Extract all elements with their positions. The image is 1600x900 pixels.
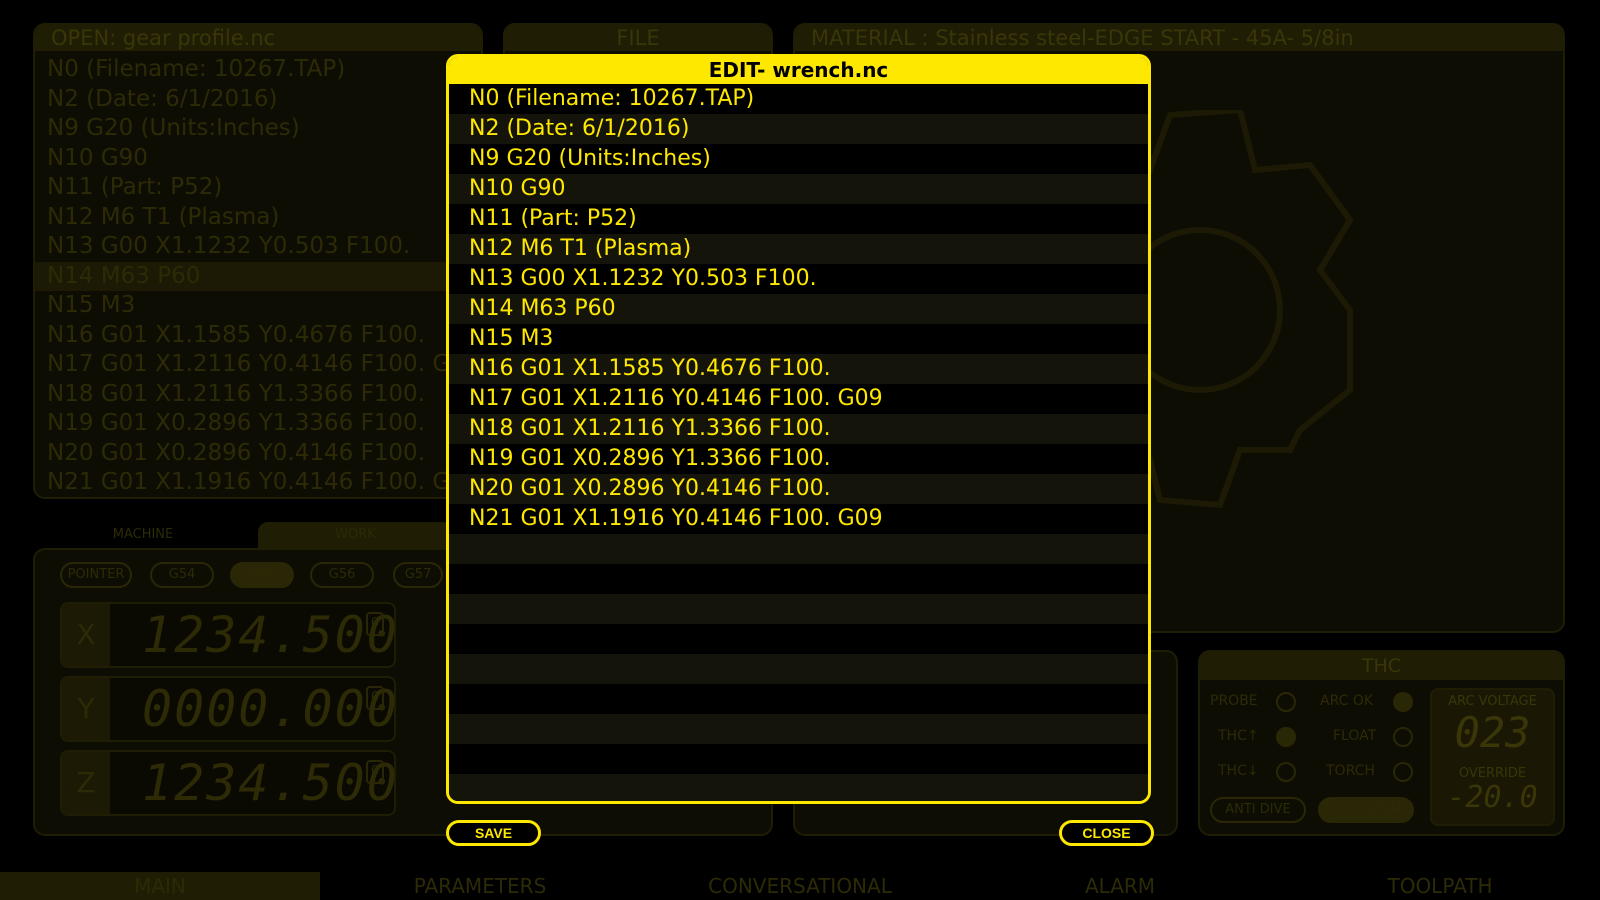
editor-line[interactable]: N20 G01 X0.2896 Y0.4146 F100. — [449, 474, 1148, 504]
thc-panel-title: THC — [1200, 652, 1563, 680]
editor-line[interactable]: N0 (Filename: 10267.TAP) — [449, 84, 1148, 114]
dro-x-axis-label: X — [62, 604, 110, 666]
gcode-viewer-panel: OPEN: gear profile.nc N0 (Filename: 1026… — [33, 23, 483, 499]
tab-work-coords[interactable]: WORK — [258, 522, 453, 548]
dro-y-value: 0000.000 — [142, 680, 399, 738]
arc-ok-led — [1393, 692, 1413, 712]
arc-voltage-box: ARC VOLTAGE 023 OVERRIDE -20.0 — [1430, 688, 1555, 826]
dro-y-axis-label: Y — [62, 678, 110, 740]
g55-chip[interactable]: G55 — [230, 562, 294, 588]
editor-line[interactable]: N15 M3 — [449, 324, 1148, 354]
gcode-line[interactable]: N9 G20 (Units:Inches) — [35, 114, 481, 144]
gcode-line[interactable]: N12 M6 T1 (Plasma) — [35, 203, 481, 233]
gcode-line[interactable]: N10 G90 — [35, 144, 481, 174]
gcode-panel-title: OPEN: gear profile.nc — [35, 25, 481, 51]
editor-empty-line[interactable] — [449, 774, 1148, 801]
editor-empty-line[interactable] — [449, 714, 1148, 744]
arc-ok-label: ARC OK — [1320, 693, 1374, 709]
dro-y: Y 0000.000 0 — [60, 676, 399, 742]
editor-line[interactable]: N12 M6 T1 (Plasma) — [449, 234, 1148, 264]
tab-alarm[interactable]: ALARM — [960, 872, 1280, 900]
thc-up-led — [1276, 727, 1296, 747]
dro-y-zero-button[interactable]: 0 — [366, 686, 384, 710]
editor-empty-line[interactable] — [449, 654, 1148, 684]
editor-empty-line[interactable] — [449, 624, 1148, 654]
dro-x-value: 1234.500 — [142, 606, 399, 664]
float-label: FLOAT — [1333, 728, 1377, 744]
dro-z-zero-button[interactable]: 0 — [366, 760, 384, 784]
dro-z-axis-label: Z — [62, 752, 110, 814]
g54-chip[interactable]: G54 — [150, 562, 214, 588]
dro-z-value: 1234.500 — [142, 754, 399, 812]
gcode-line-list: N0 (Filename: 10267.TAP) N2 (Date: 6/1/20… — [35, 55, 481, 498]
probe-label: PROBE — [1210, 693, 1258, 709]
close-button[interactable]: CLOSE — [1059, 820, 1154, 846]
thc-up-label: THC↑ — [1218, 728, 1259, 744]
gcode-line[interactable]: N18 G01 X1.2116 Y1.3366 F100. — [35, 380, 481, 410]
override-label: OVERRIDE — [1458, 766, 1527, 781]
editor-line[interactable]: N18 G01 X1.2116 Y1.3366 F100. — [449, 414, 1148, 444]
editor-line[interactable]: N21 G01 X1.1916 Y0.4146 F100. G09 — [449, 504, 1148, 534]
gcode-line[interactable]: N17 G01 X1.2116 Y0.4146 F100. G09 — [35, 350, 481, 380]
void-sense-button[interactable]: VOID SENSE — [1318, 797, 1414, 823]
gcode-line[interactable]: N2 (Date: 6/1/2016) — [35, 85, 481, 115]
editor-line[interactable]: N2 (Date: 6/1/2016) — [449, 114, 1148, 144]
editor-line[interactable]: N13 G00 X1.1232 Y0.503 F100. — [449, 264, 1148, 294]
gcode-line[interactable]: N19 G01 X0.2896 Y1.3366 F100. — [35, 409, 481, 439]
editor-line[interactable]: N16 G01 X1.1585 Y0.4676 F100. — [449, 354, 1148, 384]
torch-led — [1393, 762, 1413, 782]
tab-machine-coords[interactable]: MACHINE — [63, 522, 223, 548]
tab-conversational[interactable]: CONVERSATIONAL — [640, 872, 960, 900]
gcode-line[interactable]: N16 G01 X1.1585 Y0.4676 F100. — [35, 321, 481, 351]
g57-chip[interactable]: G57 — [393, 562, 443, 588]
probe-led — [1276, 692, 1296, 712]
gcode-line[interactable]: N0 (Filename: 10267.TAP) — [35, 55, 481, 85]
tab-main[interactable]: MAIN — [0, 872, 320, 900]
dro-z: Z 1234.500 0 — [60, 750, 399, 816]
edit-dialog: EDIT- wrench.nc N0 (Filename: 10267.TAP)… — [446, 54, 1151, 804]
gcode-line[interactable]: N15 M3 — [35, 291, 481, 321]
gcode-line[interactable]: N21 G01 X1.1916 Y0.4146 F100. G09 — [35, 468, 481, 498]
gcode-line[interactable]: N20 G01 X0.2896 Y0.4146 F100. — [35, 439, 481, 469]
coordinate-mode-tabs: MACHINE WORK — [33, 522, 453, 548]
editor-empty-line[interactable] — [449, 564, 1148, 594]
thc-down-label: THC↓ — [1218, 763, 1259, 779]
edit-dialog-title: EDIT- wrench.nc — [449, 57, 1148, 84]
float-led — [1393, 727, 1413, 747]
dro-x: X 1234.500 0 — [60, 602, 399, 668]
arc-voltage-label: ARC VOLTAGE — [1448, 694, 1537, 709]
editor-line[interactable]: N19 G01 X0.2896 Y1.3366 F100. — [449, 444, 1148, 474]
editor-line[interactable]: N11 (Part: P52) — [449, 204, 1148, 234]
gcode-line[interactable]: N13 G00 X1.1232 Y0.503 F100. — [35, 232, 481, 262]
editor-line[interactable]: N10 G90 — [449, 174, 1148, 204]
override-value[interactable]: -20.0 — [1432, 780, 1553, 815]
material-panel-title: MATERIAL : Stainless steel-EDGE START - … — [795, 25, 1563, 51]
thc-down-led — [1276, 762, 1296, 782]
pointer-chip[interactable]: POINTER — [60, 562, 132, 588]
editor-line[interactable]: N14 M63 P60 — [449, 294, 1148, 324]
tab-toolpath[interactable]: TOOLPATH — [1280, 872, 1600, 900]
arc-voltage-value: 023 — [1454, 708, 1531, 757]
save-button[interactable]: SAVE — [446, 820, 541, 846]
dro-x-zero-button[interactable]: 0 — [366, 612, 384, 636]
file-panel-title: FILE — [505, 25, 771, 51]
gcode-line[interactable]: N11 (Part: P52) — [35, 173, 481, 203]
editor-empty-line[interactable] — [449, 534, 1148, 564]
gcode-line[interactable]: N14 M63 P60 — [35, 261, 481, 291]
editor-empty-line[interactable] — [449, 744, 1148, 774]
editor-empty-line[interactable] — [449, 684, 1148, 714]
torch-label: TORCH — [1326, 763, 1375, 779]
gcode-editor[interactable]: N0 (Filename: 10267.TAP) N2 (Date: 6/1/20… — [449, 84, 1148, 801]
tab-parameters[interactable]: PARAMETERS — [320, 872, 640, 900]
editor-line[interactable]: N17 G01 X1.2116 Y0.4146 F100. G09 — [449, 384, 1148, 414]
bottom-tab-bar: MAIN PARAMETERS CONVERSATIONAL ALARM TOO… — [0, 872, 1600, 900]
g56-chip[interactable]: G56 — [310, 562, 374, 588]
anti-dive-button[interactable]: ANTI DIVE — [1210, 797, 1306, 823]
editor-empty-line[interactable] — [449, 594, 1148, 624]
editor-line[interactable]: N9 G20 (Units:Inches) — [449, 144, 1148, 174]
